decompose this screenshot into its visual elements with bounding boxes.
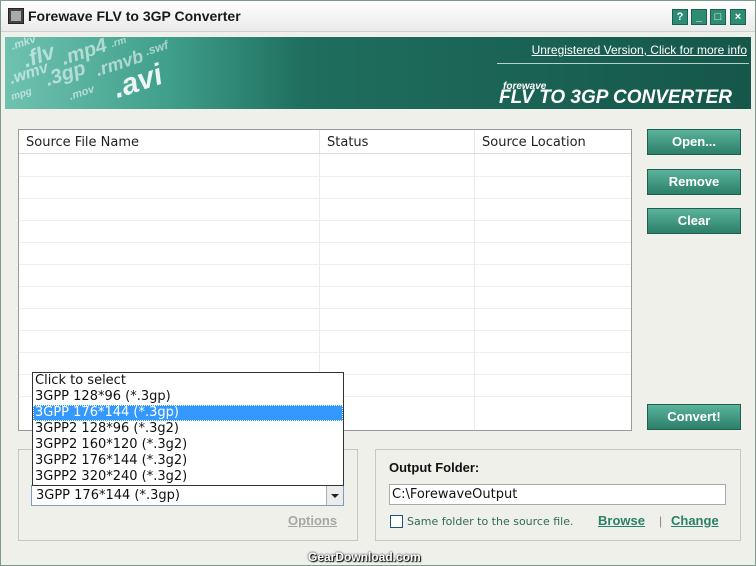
unregistered-link[interactable]: Unregistered Version, Click for more inf… xyxy=(532,43,747,57)
table-row xyxy=(19,286,631,287)
chevron-down-icon[interactable] xyxy=(326,486,343,505)
browse-link[interactable]: Browse xyxy=(598,513,645,528)
watermark: GearDownload.com xyxy=(308,550,421,564)
format-select[interactable]: 3GPP 176*144 (*.3gp) xyxy=(31,485,344,506)
format-select-value: 3GPP 176*144 (*.3gp) xyxy=(36,488,180,503)
format-option[interactable]: 3GPP2 176*144 (*.3g2) xyxy=(33,453,343,469)
format-option[interactable]: 3GPP2 160*120 (*.3g2) xyxy=(33,437,343,453)
convert-button[interactable]: Convert! xyxy=(647,404,741,430)
format-option[interactable]: 3GPP2 128*96 (*.3g2) xyxy=(33,421,343,437)
banner-divider xyxy=(497,63,749,64)
format-option[interactable]: 3GPP 128*96 (*.3gp) xyxy=(33,389,343,405)
format-option[interactable]: Click to select xyxy=(33,373,343,389)
format-dropdown-list[interactable]: Click to select 3GPP 128*96 (*.3gp) 3GPP… xyxy=(32,372,344,486)
column-source-location[interactable]: Source Location xyxy=(474,130,631,154)
table-row xyxy=(19,176,631,177)
open-button[interactable]: Open... xyxy=(647,129,741,155)
banner-format-swf: .swf xyxy=(143,37,170,59)
banner-product-name: FLV TO 3GP CONVERTER xyxy=(499,87,732,108)
options-link[interactable]: Options xyxy=(288,513,337,528)
title-bar[interactable]: Forewave FLV to 3GP Converter ? _ □ × xyxy=(1,1,755,32)
banner: .mkv .flv .mp4 .rm .wmv .3gp .rmvb .swf … xyxy=(5,37,751,109)
format-option-highlighted[interactable]: 3GPP 176*144 (*.3gp) xyxy=(33,405,343,421)
table-row xyxy=(19,330,631,331)
column-source-file-name[interactable]: Source File Name xyxy=(19,130,320,154)
app-window: Forewave FLV to 3GP Converter ? _ □ × .m… xyxy=(0,0,756,566)
table-row xyxy=(19,220,631,221)
table-row xyxy=(19,242,631,243)
output-folder-field[interactable]: C:\ForewaveOutput xyxy=(389,484,726,505)
table-row xyxy=(19,264,631,265)
column-status[interactable]: Status xyxy=(319,130,475,154)
same-folder-checkbox[interactable] xyxy=(390,515,403,528)
change-link[interactable]: Change xyxy=(671,513,719,528)
table-row xyxy=(19,198,631,199)
output-folder-label: Output Folder: xyxy=(389,460,480,475)
app-icon xyxy=(8,8,24,24)
help-button[interactable]: ? xyxy=(672,9,688,25)
banner-format-mov: .mov xyxy=(67,83,96,103)
table-row xyxy=(19,308,631,309)
link-separator: | xyxy=(659,514,663,528)
same-folder-label[interactable]: Same folder to the source file. xyxy=(407,515,574,528)
banner-format-rm: .rm xyxy=(109,37,128,51)
close-button[interactable]: × xyxy=(730,9,746,25)
remove-button[interactable]: Remove xyxy=(647,169,741,195)
table-row xyxy=(19,352,631,353)
maximize-button[interactable]: □ xyxy=(710,9,726,25)
minimize-button[interactable]: _ xyxy=(691,9,707,25)
format-option[interactable]: 3GPP2 320*240 (*.3g2) xyxy=(33,469,343,485)
column-divider xyxy=(474,154,475,430)
clear-button[interactable]: Clear xyxy=(647,208,741,234)
window-title: Forewave FLV to 3GP Converter xyxy=(28,8,241,24)
